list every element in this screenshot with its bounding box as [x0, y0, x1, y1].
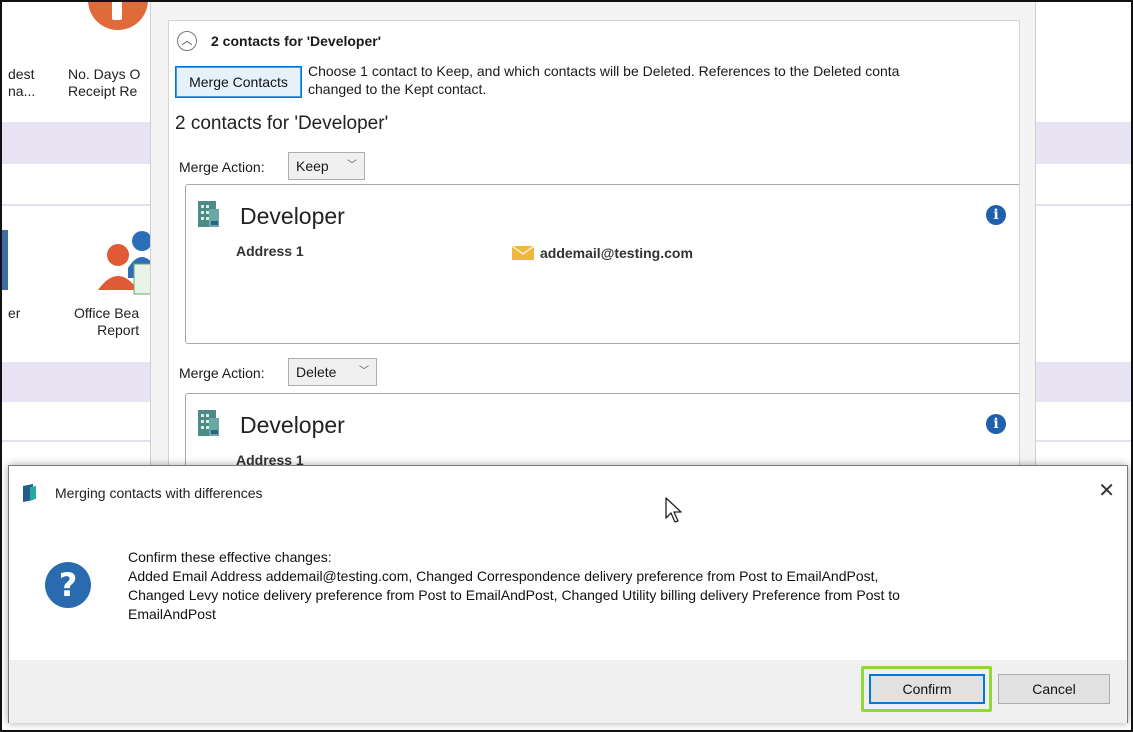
group-title: 2 contacts for 'Developer': [211, 33, 382, 49]
tile-label: Office Bea Report: [74, 305, 139, 339]
dialog-message: Confirm these effective changes: Added E…: [128, 548, 1088, 624]
app-icon: [23, 484, 36, 502]
merge-description-line: changed to the Kept contact.: [308, 81, 487, 97]
dialog-footer: Confirm Cancel: [9, 660, 1127, 723]
collapse-up-icon[interactable]: ︿: [177, 31, 197, 51]
envelope-icon: [512, 246, 534, 260]
building-icon: [198, 201, 219, 227]
merge-group: ︿ 2 contacts for 'Developer' Merge Conta…: [168, 20, 1020, 481]
tile-label-line: Report: [97, 322, 140, 338]
merge-action-label: Merge Action:: [179, 365, 265, 381]
contact-name: Developer: [240, 203, 345, 229]
info-icon[interactable]: i: [986, 414, 1006, 434]
cancel-button[interactable]: Cancel: [998, 674, 1110, 704]
tile-label: er: [8, 305, 21, 321]
chevron-down-icon: ﹀: [359, 366, 369, 377]
tile-label-line: Office Bea: [74, 305, 140, 321]
question-icon: ?: [45, 562, 91, 608]
merge-confirm-dialog: Merging contacts with differences ✕ ? Co…: [8, 465, 1128, 723]
tile-label-line: na...: [8, 83, 36, 99]
message-line: EmailAndPost: [128, 606, 216, 622]
message-line: Changed Levy notice delivery preference …: [128, 587, 900, 603]
merge-action-value: Keep: [296, 158, 329, 174]
alert-icon: [88, 0, 148, 30]
close-icon[interactable]: ✕: [1098, 480, 1115, 502]
merge-description: Choose 1 contact to Keep, and which cont…: [308, 62, 1018, 98]
merge-action-value: Delete: [296, 364, 337, 380]
tile-label-line: No. Days O: [68, 66, 141, 82]
tile-label: No. Days O Receipt Re: [68, 66, 140, 100]
building-icon: [198, 410, 219, 436]
tile-label-line: Receipt Re: [68, 83, 138, 99]
chevron-down-icon: ﹀: [347, 160, 357, 171]
tile-label-line: dest: [8, 66, 35, 82]
tile-icon: [0, 230, 8, 290]
message-line: Added Email Address addemail@testing.com…: [128, 568, 879, 584]
mouse-cursor-icon: [665, 497, 682, 523]
contact-email: addemail@testing.com: [540, 245, 693, 261]
contact-address: Address 1: [236, 243, 304, 259]
confirm-button[interactable]: Confirm: [869, 674, 985, 704]
merge-description-line: Choose 1 contact to Keep, and which cont…: [308, 63, 900, 79]
merge-contacts-button[interactable]: Merge Contacts: [175, 66, 302, 98]
merge-action-label: Merge Action:: [179, 159, 265, 175]
dialog-title: Merging contacts with differences: [55, 485, 263, 501]
merge-action-select[interactable]: Delete ﹀: [288, 358, 377, 386]
contact-card-keep: Developer Address 1 addemail@testing.com…: [185, 184, 1019, 344]
contact-name: Developer: [240, 412, 345, 438]
info-icon[interactable]: i: [986, 205, 1006, 225]
message-heading: Confirm these effective changes:: [128, 549, 332, 565]
tile-label: dest na...: [8, 66, 35, 100]
dialog-body: ? Confirm these effective changes: Added…: [9, 518, 1127, 660]
group-subtitle: 2 contacts for 'Developer': [175, 113, 389, 134]
people-report-icon: [98, 231, 156, 295]
merge-action-select[interactable]: Keep ﹀: [288, 152, 365, 180]
